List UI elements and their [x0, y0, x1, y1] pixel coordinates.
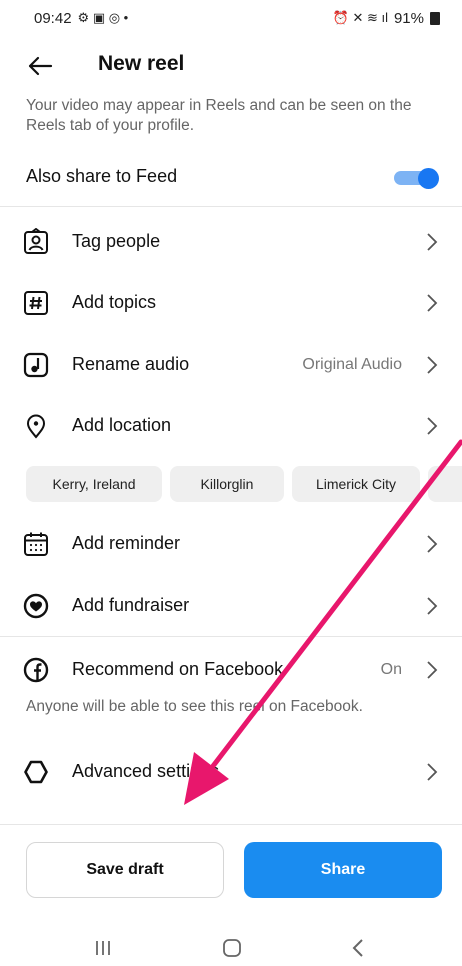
location-pin-icon [22, 412, 50, 440]
system-nav-bar [0, 928, 462, 966]
toggle-knob [418, 168, 439, 189]
rename-audio-label: Rename audio [72, 354, 190, 374]
status-right: ⏰ ✕ ≋ ıl 91% [333, 10, 440, 27]
recent-apps-button[interactable] [89, 936, 117, 960]
reels-info-text: Your video may appear in Reels and can b… [26, 97, 412, 134]
chevron-right-icon [427, 763, 438, 781]
chevron-right-icon [427, 356, 438, 374]
page-title: New reel [98, 52, 185, 75]
facebook-icon [22, 656, 50, 684]
share-button[interactable]: Share [244, 842, 442, 898]
gear-icon [22, 758, 50, 786]
home-icon [223, 939, 241, 957]
status-bar: 09:42 ⚙ ▣ ◎ • ⏰ ✕ ≋ ıl 91% [0, 0, 462, 36]
location-chip[interactable]: Killorglin [170, 466, 284, 502]
recommend-facebook-row[interactable]: Recommend on Facebook On [0, 642, 462, 698]
add-reminder-row[interactable]: Add reminder [0, 516, 462, 572]
music-note-icon [22, 351, 50, 379]
add-topics-label: Add topics [72, 292, 157, 312]
recent-apps-icon [96, 941, 110, 955]
status-notification-icons: ⚙ ▣ ◎ • [77, 10, 129, 25]
share-to-feed-toggle[interactable] [394, 168, 440, 189]
hashtag-icon [22, 289, 50, 317]
calendar-icon [22, 530, 50, 558]
status-time: 09:42 [34, 9, 72, 27]
location-chip-partial[interactable] [428, 466, 462, 502]
rename-audio-row[interactable]: Rename audio Original Audio [0, 337, 462, 393]
chevron-right-icon [427, 294, 438, 312]
back-nav-button[interactable] [344, 936, 372, 960]
location-chip[interactable]: Kerry, Ireland [26, 466, 162, 502]
recommend-facebook-value: On [380, 661, 402, 678]
advanced-settings-label: Advanced settings [72, 761, 220, 781]
location-chip[interactable]: Limerick City [292, 466, 420, 502]
chevron-right-icon [427, 417, 438, 435]
divider [0, 824, 462, 825]
back-arrow-icon [28, 56, 53, 76]
chevron-right-icon [427, 597, 438, 615]
add-location-label: Add location [72, 415, 172, 435]
divider [0, 636, 462, 637]
add-fundraiser-label: Add fundraiser [72, 595, 190, 615]
facebook-note: Anyone will be able to see this reel on … [26, 698, 363, 715]
status-left: 09:42 ⚙ ▣ ◎ • [34, 10, 128, 27]
divider [0, 206, 462, 207]
header: New reel [0, 44, 462, 88]
advanced-settings-row[interactable]: Advanced settings [0, 744, 462, 800]
share-to-feed-row: Also share to Feed [0, 158, 462, 198]
back-chevron-icon [352, 939, 363, 957]
status-system-icons: ⏰ ✕ ≋ ıl [332, 10, 388, 25]
add-reminder-label: Add reminder [72, 533, 181, 553]
battery-icon [430, 11, 440, 25]
heart-coin-icon [22, 592, 50, 620]
battery-level: 91% [393, 9, 424, 27]
add-fundraiser-row[interactable]: Add fundraiser [0, 578, 462, 634]
add-location-row[interactable]: Add location [0, 398, 462, 454]
home-button[interactable] [218, 936, 246, 960]
location-suggestions: Kerry, Ireland Killorglin Limerick City [0, 466, 462, 506]
chevron-right-icon [427, 661, 438, 679]
chevron-right-icon [427, 233, 438, 251]
back-button[interactable] [24, 50, 56, 82]
add-topics-row[interactable]: Add topics [0, 275, 462, 331]
save-draft-button[interactable]: Save draft [26, 842, 224, 898]
recommend-facebook-label: Recommend on Facebook [72, 659, 284, 679]
audio-name-value: Original Audio [302, 356, 402, 373]
tag-people-row[interactable]: Tag people [0, 214, 462, 270]
share-to-feed-label: Also share to Feed [26, 166, 178, 186]
tag-people-label: Tag people [72, 231, 161, 251]
tag-people-icon [22, 228, 50, 256]
chevron-right-icon [427, 535, 438, 553]
